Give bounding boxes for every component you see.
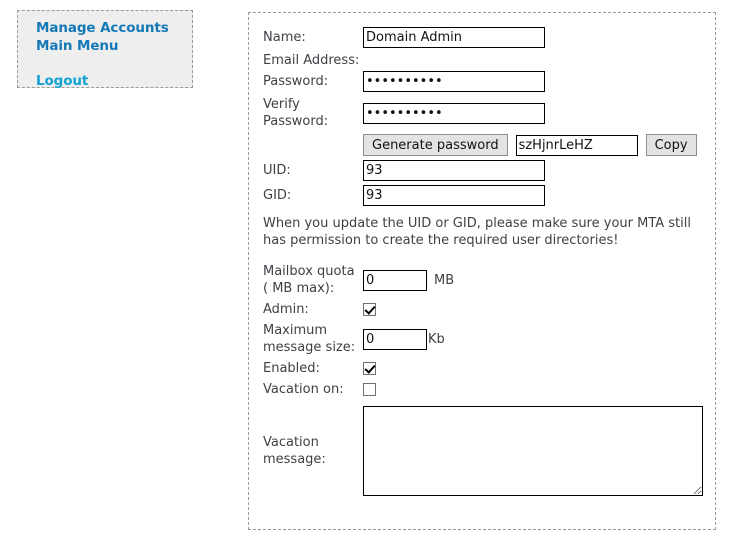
verify-password-input[interactable] bbox=[363, 102, 545, 124]
copy-password-button[interactable]: Copy bbox=[645, 134, 697, 156]
max-message-size-label: Maximum message size: bbox=[263, 323, 356, 355]
mailbox-quota-label: Mailbox quota ( MB max): bbox=[263, 264, 355, 296]
max-message-size-unit: Kb bbox=[428, 331, 445, 347]
form-row-vacation-on: Vacation on: bbox=[263, 381, 715, 398]
gid-label: GID: bbox=[263, 188, 292, 203]
enabled-label: Enabled: bbox=[263, 361, 320, 376]
mailbox-quota-unit: MB bbox=[434, 272, 455, 288]
generated-password-input[interactable] bbox=[515, 134, 638, 156]
form-row-admin: Admin: bbox=[263, 301, 715, 318]
sidebar-item-main-menu[interactable]: Main Menu bbox=[18, 37, 192, 55]
vacation-message-label: Vacation message: bbox=[263, 435, 326, 467]
form-row-max-message-size: Maximum message size: Kb bbox=[263, 322, 715, 356]
email-address-label: Email Address: bbox=[263, 53, 360, 68]
gid-input[interactable] bbox=[363, 185, 545, 206]
uid-input[interactable] bbox=[363, 160, 545, 181]
form-row-email-address: Email Address: bbox=[263, 52, 715, 69]
admin-checkbox[interactable] bbox=[363, 303, 376, 316]
name-label: Name: bbox=[263, 30, 306, 45]
form-row-vacation-message: Vacation message: bbox=[263, 406, 715, 496]
uid-gid-warning-note: When you update the UID or GID, please m… bbox=[263, 216, 691, 248]
vacation-message-textarea[interactable] bbox=[363, 406, 703, 496]
form-row-name: Name: bbox=[263, 27, 715, 48]
form-row-gid: GID: bbox=[263, 185, 715, 206]
sidebar-item-manage-accounts[interactable]: Manage Accounts bbox=[18, 19, 192, 37]
account-edit-form-panel: Name: Email Address: Password: Verify Pa… bbox=[248, 12, 716, 530]
enabled-checkbox[interactable] bbox=[363, 362, 376, 375]
form-row-uid: UID: bbox=[263, 160, 715, 181]
form-row-enabled: Enabled: bbox=[263, 360, 715, 377]
form-row-mailbox-quota: Mailbox quota ( MB max): MB bbox=[263, 263, 715, 297]
vacation-on-label: Vacation on: bbox=[263, 382, 344, 397]
admin-label: Admin: bbox=[263, 302, 309, 317]
form-row-generate-password: Generate password Copy bbox=[263, 134, 715, 156]
generate-password-button[interactable]: Generate password bbox=[363, 134, 508, 156]
name-input[interactable] bbox=[363, 27, 545, 48]
verify-password-label: Verify Password: bbox=[263, 97, 329, 129]
uid-label: UID: bbox=[263, 163, 291, 178]
sidebar-nav-panel: Manage Accounts Main Menu Logout bbox=[17, 10, 193, 90]
form-row-verify-password: Verify Password: bbox=[263, 96, 715, 130]
vacation-on-checkbox[interactable] bbox=[363, 383, 376, 396]
max-message-size-input[interactable] bbox=[363, 328, 427, 350]
form-row-password: Password: bbox=[263, 71, 715, 92]
mailbox-quota-input[interactable] bbox=[363, 269, 427, 291]
password-label: Password: bbox=[263, 74, 329, 89]
sidebar-item-logout[interactable]: Logout bbox=[18, 72, 192, 90]
password-input[interactable] bbox=[363, 71, 545, 92]
